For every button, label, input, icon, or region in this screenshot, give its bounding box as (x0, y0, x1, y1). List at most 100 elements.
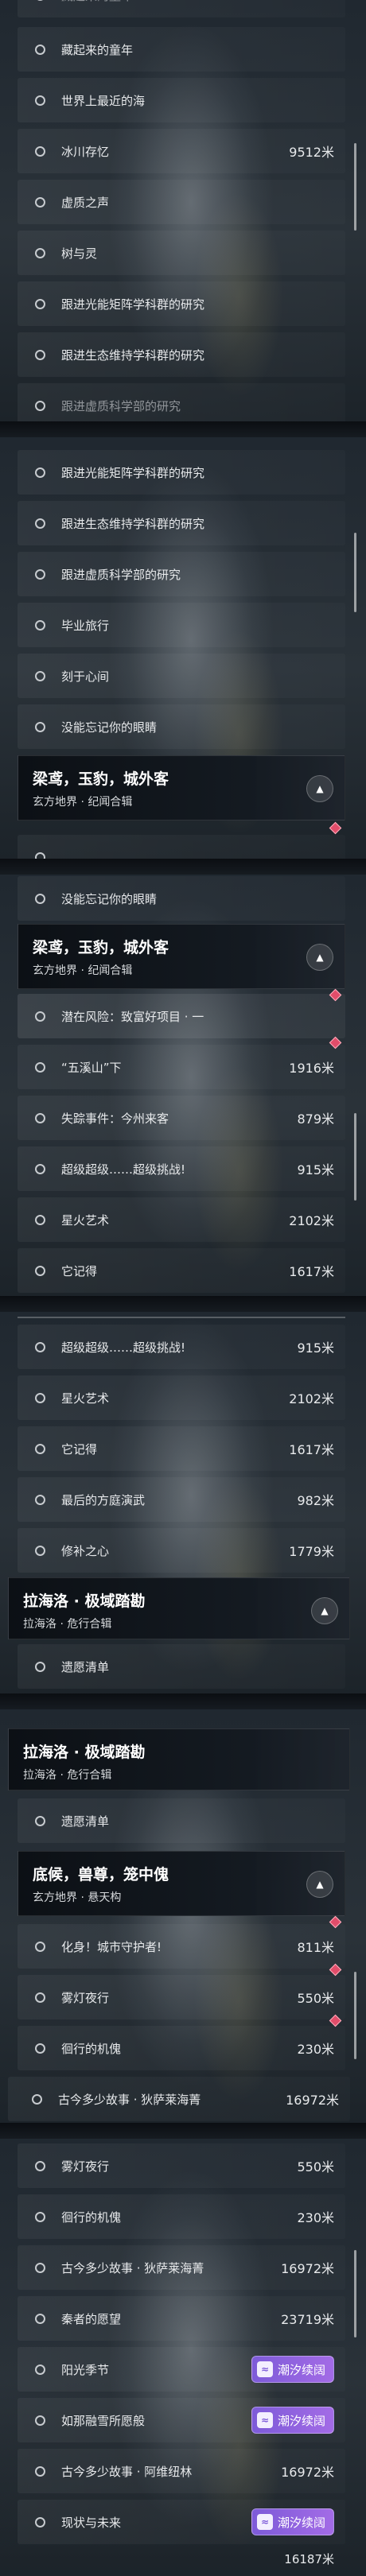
region-title: 底候，兽尊，笼中傀 (33, 1866, 169, 1884)
quest-row[interactable]: 超级超级……超级挑战! 915米 (18, 1325, 345, 1369)
quest-row[interactable]: 秦者的愿望 23719米 (18, 2296, 345, 2341)
tide-badge[interactable]: ≈ 潮汐续阔 (251, 2356, 334, 2383)
quest-row[interactable]: 遗愿清单 (18, 1644, 345, 1689)
scrollbar[interactable] (354, 533, 356, 612)
screen-5: 拉海洛 · 极域踏勘 拉海洛 · 危行合辑 遗愿清单 底候，兽尊，笼中傀 玄方地… (0, 1709, 366, 2123)
quest-row[interactable]: 化身！城市守护者! 811米 (18, 1924, 345, 1969)
screen-1: 藏起来的童年 藏起来的童年 世界上最近的海 冰川存忆 9512米 虚质之声 树与… (0, 0, 366, 421)
circle-outline-icon (35, 247, 45, 258)
region-header[interactable]: 拉海洛 · 极域踏勘 拉海洛 · 危行合辑 ▲ (8, 1577, 350, 1639)
scrollbar[interactable] (354, 1972, 356, 2059)
quest-row[interactable]: 超级超级……超级挑战! 915米 (18, 1146, 345, 1191)
quest-distance: 16972米 (286, 2093, 339, 2108)
screen-2: 跟进光能矩阵学科群的研究 跟进生态维持学科群的研究 跟进虚质科学部的研究 毕业旅… (0, 437, 366, 859)
quest-row[interactable]: 跟进生态维持学科群的研究 (18, 501, 345, 545)
quest-label: 超级超级……超级挑战! (61, 1340, 186, 1355)
quest-distance: 811米 (297, 1940, 334, 1955)
quest-row[interactable]: 古今多少故事 · 狄萨莱海菁 16972米 (18, 2245, 345, 2290)
quest-row[interactable]: 跟进生态维持学科群的研究 (18, 332, 345, 377)
scrollbar[interactable] (354, 1113, 356, 1201)
circle-outline-icon (35, 1992, 45, 2003)
screen-3: 没能忘记你的眼睛 梁鸢，玉豹，城外客 玄方地界 · 纪闻合辑 ▲ 潜在风险：致富… (0, 875, 366, 1296)
quest-row[interactable]: 虚质之声 (18, 180, 345, 224)
quest-label: 跟进光能矩阵学科群的研究 (61, 465, 205, 480)
quest-row[interactable]: 徊行的机傀 230米 (18, 2194, 345, 2239)
circle-outline-icon (35, 619, 45, 630)
quest-row[interactable]: 藏起来的童年 (18, 27, 345, 72)
scrollbar[interactable] (354, 143, 356, 231)
quest-label: 现状与未来 (61, 2515, 122, 2530)
quest-row[interactable]: 徊行的机傀 230米 (18, 2026, 345, 2070)
quest-row[interactable]: 古今多少故事 · 狄萨莱海菁 16972米 (8, 2077, 350, 2121)
quest-row[interactable]: 如那融雪所愿般 ≈ 潮汐续阔 (18, 2398, 345, 2442)
quest-row[interactable]: 跟进虚质科学部的研究 (18, 383, 345, 421)
chevron-up-icon[interactable]: ▲ (306, 1871, 333, 1898)
quest-label: 毕业旅行 (61, 618, 110, 633)
quest-row[interactable]: 现状与未来 ≈ 潮汐续阔 (18, 2500, 345, 2544)
circle-outline-icon (35, 2415, 45, 2426)
quest-label: 它记得 (61, 1263, 98, 1278)
quest-row[interactable]: 潜在风险：致富好项目 · 一 (18, 994, 345, 1038)
quest-label: 古今多少故事 · 狄萨莱海菁 (61, 2260, 204, 2275)
region-subtitle: 拉海洛 · 危行合辑 (23, 1769, 112, 1782)
circle-outline-icon (35, 1443, 45, 1454)
region-title: 拉海洛 · 极域踏勘 (23, 1744, 146, 1761)
quest-row[interactable]: 冰川存忆 9512米 (18, 129, 345, 173)
tide-icon: ≈ (256, 2412, 273, 2428)
quest-label: 古今多少故事 · 狄萨莱海菁 (58, 2092, 201, 2107)
chevron-up-icon[interactable]: ▲ (311, 1597, 338, 1624)
quest-row[interactable]: 世界上最近的海 (18, 78, 345, 122)
quest-row[interactable]: 毕业旅行 (18, 603, 345, 647)
quest-row[interactable]: 星火艺术 2102米 (18, 1197, 345, 1242)
quest-row[interactable]: 树与灵 (18, 231, 345, 275)
quest-distance: 1779米 (289, 1544, 334, 1559)
quest-label: 遗愿清单 (61, 1659, 110, 1674)
quest-row[interactable]: 阳光季节 ≈ 潮汐续阔 (18, 2347, 345, 2392)
quest-label: 没能忘记你的眼睛 (61, 720, 158, 735)
quest-row[interactable]: 它记得 1617米 (18, 1426, 345, 1471)
scrollbar[interactable] (354, 2250, 356, 2337)
quest-row[interactable]: 雾灯夜行 550米 (18, 2143, 345, 2188)
quest-row[interactable]: 最后的方庭演武 982米 (18, 1477, 345, 1522)
region-header[interactable]: 梁鸢，玉豹，城外客 玄方地界 · 纪闻合辑 ▲ (18, 924, 345, 989)
quest-row[interactable]: 失踪事件：今州来客 879米 (18, 1096, 345, 1140)
circle-outline-icon (35, 2211, 45, 2222)
quest-row[interactable]: 刻于心间 (18, 654, 345, 698)
screen-6: 雾灯夜行 550米 徊行的机傀 230米 古今多少故事 · 狄萨莱海菁 1697… (0, 2139, 366, 2576)
quest-row[interactable]: 跟进虚质科学部的研究 (18, 552, 345, 596)
region-title: 拉海洛 · 极域踏勘 (23, 1593, 146, 1610)
quest-row[interactable]: 藏起来的童年 (18, 0, 345, 17)
quest-label: 遗愿清单 (61, 1814, 110, 1829)
quest-row[interactable]: 雾灯夜行 550米 (18, 1975, 345, 2019)
region-header[interactable]: 底候，兽尊，笼中傀 玄方地界 · 悬天构 ▲ (18, 1851, 345, 1916)
quest-row[interactable]: 修补之心 1779米 (18, 1528, 345, 1573)
chevron-up-icon[interactable]: ▲ (306, 944, 333, 971)
quest-label: 徊行的机傀 (61, 2041, 122, 2056)
region-header[interactable]: 拉海洛 · 极域踏勘 拉海洛 · 危行合辑 (8, 1728, 350, 1790)
quest-row[interactable]: 跟进光能矩阵学科群的研究 (18, 281, 345, 326)
quest-row[interactable]: 古今多少故事 · 阿维纽林 16972米 (18, 2449, 345, 2493)
quest-row[interactable]: 遗愿清单 (18, 1798, 345, 1843)
circle-outline-icon (35, 95, 45, 106)
quest-row[interactable]: 没能忘记你的眼睛 (18, 876, 345, 921)
quest-row[interactable]: 16187米 (18, 2543, 345, 2574)
quest-row[interactable]: “五溪山”下 1916米 (18, 1045, 345, 1089)
chevron-up-icon[interactable]: ▲ (306, 775, 333, 802)
circle-outline-icon (35, 1061, 45, 1073)
circle-outline-icon (35, 1661, 45, 1672)
circle-outline-icon (35, 568, 45, 580)
tide-badge[interactable]: ≈ 潮汐续阔 (251, 2508, 334, 2535)
region-subtitle: 拉海洛 · 危行合辑 (23, 1618, 112, 1631)
quest-label: 星火艺术 (61, 1212, 110, 1228)
quest-distance: 1617米 (289, 1442, 334, 1457)
tide-badge[interactable]: ≈ 潮汐续阔 (251, 2407, 334, 2434)
quest-row[interactable]: 它记得 1617米 (18, 1248, 345, 1293)
quest-label: 古今多少故事 · 阿维纽林 (61, 2464, 193, 2479)
quest-row[interactable]: 没能忘记你的眼睛 (18, 704, 345, 749)
quest-row[interactable] (18, 835, 345, 859)
tide-icon: ≈ (256, 2514, 273, 2530)
quest-row[interactable]: 星火艺术 2102米 (18, 1375, 345, 1420)
region-header[interactable]: 梁鸢，玉豹，城外客 玄方地界 · 纪闻合辑 ▲ (18, 755, 345, 821)
quest-row[interactable]: 跟进光能矩阵学科群的研究 (18, 450, 345, 495)
region-title: 梁鸢，玉豹，城外客 (33, 939, 169, 956)
